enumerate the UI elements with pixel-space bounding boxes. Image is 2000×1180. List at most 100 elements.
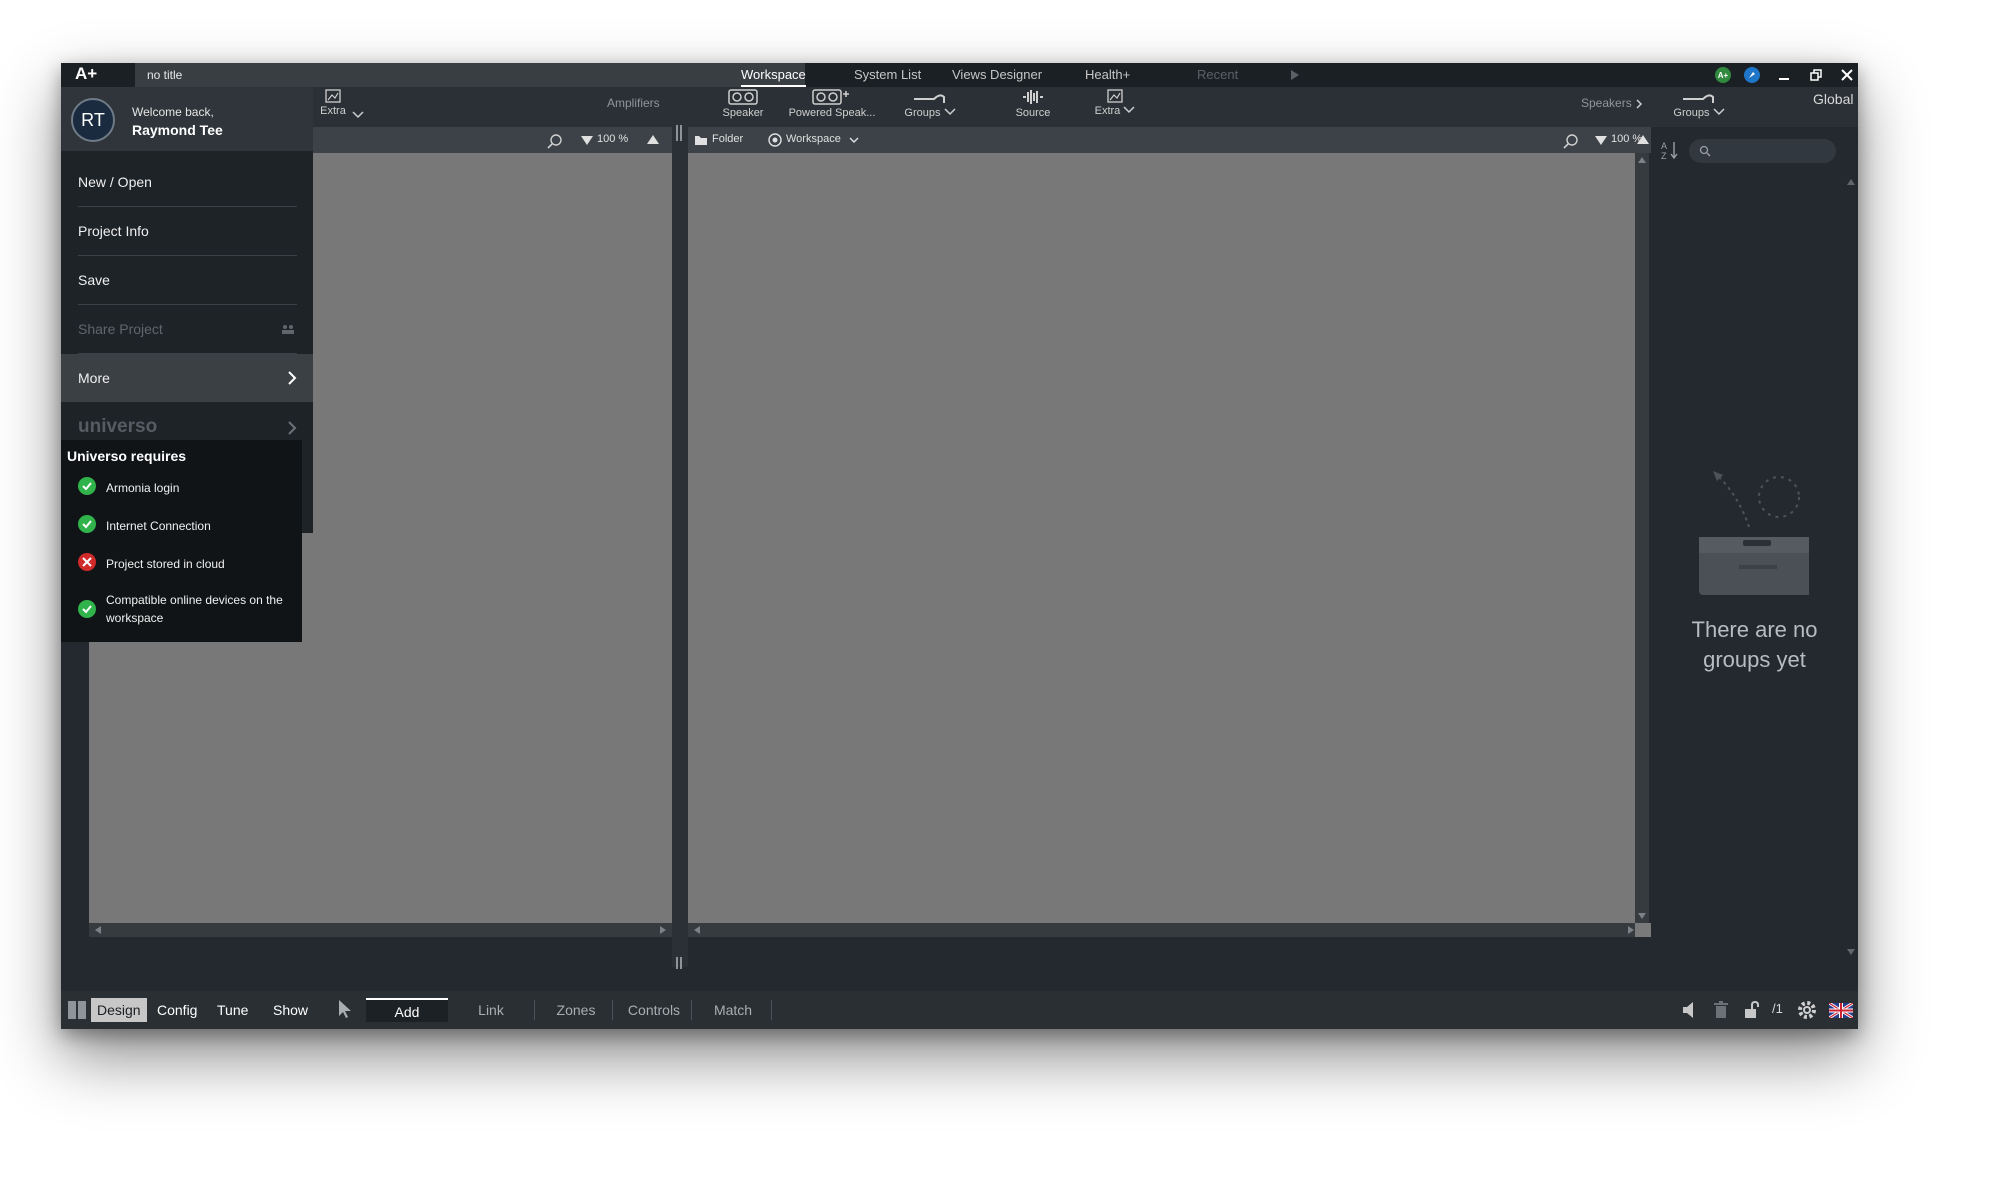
restore-icon[interactable] <box>1808 67 1824 83</box>
chevron-right-icon <box>1636 99 1643 109</box>
page-indicator: /1 <box>1772 1001 1783 1016</box>
chevron-down-icon[interactable] <box>944 108 956 116</box>
mode-design[interactable]: Design <box>91 998 147 1022</box>
trash-icon[interactable] <box>1713 1001 1729 1019</box>
groups-panel: AZ There are no groups yet <box>1651 127 1858 967</box>
extra-icon <box>1107 89 1123 103</box>
amplifiers-label[interactable]: Amplifiers <box>607 96 660 110</box>
svg-text:Z: Z <box>1661 151 1667 160</box>
zoom-fit-icon[interactable] <box>547 133 563 149</box>
play-icon[interactable] <box>1287 67 1303 83</box>
folder-button[interactable]: Folder <box>712 133 743 145</box>
check-icon <box>78 600 96 618</box>
chevron-down-icon[interactable] <box>1713 108 1725 116</box>
sort-az-icon[interactable]: AZ <box>1661 140 1679 160</box>
source-tool-label: Source <box>1015 107 1051 119</box>
groups-filter-label: Groups <box>1673 107 1710 119</box>
unlock-icon[interactable] <box>1744 1001 1760 1019</box>
menu-new-open[interactable]: New / Open <box>61 158 297 206</box>
svg-text:A: A <box>1661 141 1667 151</box>
tab-system-list[interactable]: System List <box>854 63 921 87</box>
extra-tool[interactable]: Extra <box>1093 89 1137 117</box>
bottom-bar: Design Config Tune Show Add Link Zones C… <box>61 991 1858 1029</box>
powered-speaker-tool[interactable]: Powered Speak... <box>784 89 880 119</box>
panel-splitter[interactable] <box>672 87 688 969</box>
universo-requires-title: Universo requires <box>67 448 187 464</box>
armonia-plus-icon[interactable]: A+ <box>1715 67 1731 83</box>
tab-controls[interactable]: Controls <box>614 998 694 1022</box>
left-horizontal-scrollbar[interactable] <box>89 923 672 937</box>
menu-more[interactable]: More <box>61 354 313 402</box>
menu-project-info[interactable]: Project Info <box>61 207 297 255</box>
groups-icon <box>914 94 945 103</box>
empty-groups-message-line1: There are no <box>1691 617 1818 642</box>
powered-speaker-tool-label: Powered Speak... <box>788 107 876 119</box>
uk-flag-icon[interactable] <box>1829 1003 1853 1018</box>
mode-config[interactable]: Config <box>151 998 203 1022</box>
minimize-icon[interactable] <box>1776 67 1792 83</box>
workspace-icon <box>768 133 782 147</box>
zoom-fit-icon[interactable] <box>1563 133 1579 149</box>
speaker-volume-icon[interactable] <box>1681 1001 1699 1019</box>
workspace-panel-header: Folder Workspace 100 % <box>688 127 1651 153</box>
x-icon <box>78 553 96 571</box>
mode-tune[interactable]: Tune <box>211 998 254 1022</box>
mode-show[interactable]: Show <box>267 998 314 1022</box>
user-header: RT Welcome back, Raymond Tee <box>61 87 313 151</box>
empty-groups-message-line2: groups yet <box>1703 647 1806 672</box>
zoom-out-icon[interactable] <box>581 136 593 145</box>
source-icon <box>1023 90 1043 104</box>
groups-search-input[interactable] <box>1689 139 1836 163</box>
menu-save[interactable]: Save <box>61 256 297 304</box>
empty-box-icon <box>1699 471 1809 595</box>
panels-toggle-icon[interactable] <box>67 1000 87 1020</box>
tab-recent[interactable]: Recent <box>1197 63 1238 87</box>
global-label[interactable]: Global <box>1813 91 1853 107</box>
pointer-icon[interactable] <box>337 999 353 1019</box>
title-bar: A+ no title Workspace System List Views … <box>61 63 1858 87</box>
tab-add[interactable]: Add <box>366 998 448 1022</box>
extra-tool-label: Extra <box>1094 105 1121 117</box>
zoom-out-icon[interactable] <box>1595 136 1607 145</box>
speaker-icon <box>728 89 758 105</box>
chevron-down-icon[interactable] <box>351 110 365 120</box>
speakers-label[interactable]: Speakers <box>1581 96 1643 110</box>
gear-icon[interactable] <box>1797 1000 1817 1020</box>
source-tool[interactable]: Source <box>1008 89 1058 119</box>
check-icon <box>78 477 96 495</box>
zoom-in-icon[interactable] <box>647 135 659 144</box>
close-icon[interactable] <box>1839 67 1855 83</box>
svg-text:A+: A+ <box>1718 71 1729 80</box>
chevron-down-icon[interactable] <box>1123 106 1135 114</box>
left-extra-tool[interactable]: Extra <box>313 89 353 117</box>
workspace-canvas[interactable] <box>688 153 1635 923</box>
tab-zones[interactable]: Zones <box>536 998 616 1022</box>
speaker-tool[interactable]: Speaker <box>718 89 768 119</box>
zoom-in-icon[interactable] <box>1637 135 1649 144</box>
tab-views-designer[interactable]: Views Designer <box>952 63 1042 87</box>
app-logo[interactable]: A+ <box>75 64 97 84</box>
tab-link[interactable]: Link <box>451 998 531 1022</box>
rocket-icon[interactable] <box>1744 67 1760 83</box>
avatar[interactable]: RT <box>71 98 115 142</box>
chevron-right-icon <box>288 371 297 385</box>
search-icon <box>1699 145 1711 157</box>
groups-filter-tool[interactable]: Groups <box>1669 89 1729 119</box>
left-zoom-level[interactable]: 100 % <box>597 133 628 145</box>
tab-workspace[interactable]: Workspace <box>741 63 806 87</box>
universo-requirements-popover: Universo requires Armonia login Internet… <box>61 440 302 642</box>
extra-icon <box>325 89 341 103</box>
workspace-horizontal-scrollbar[interactable] <box>688 923 1651 937</box>
tab-health[interactable]: Health+ <box>1085 63 1130 87</box>
tab-match[interactable]: Match <box>693 998 773 1022</box>
powered-speaker-icon <box>812 89 849 105</box>
chevron-down-icon[interactable] <box>849 137 859 144</box>
groups-vertical-scrollbar[interactable] <box>1844 175 1858 967</box>
left-panel-header: 100 % <box>313 127 672 153</box>
workspace-dropdown[interactable]: Workspace <box>786 133 841 145</box>
workspace-vertical-scrollbar[interactable] <box>1635 153 1649 923</box>
welcome-text: Welcome back, <box>132 105 214 119</box>
groups-tool[interactable]: Groups <box>900 89 960 119</box>
user-name: Raymond Tee <box>132 122 223 138</box>
folder-icon <box>695 136 707 145</box>
